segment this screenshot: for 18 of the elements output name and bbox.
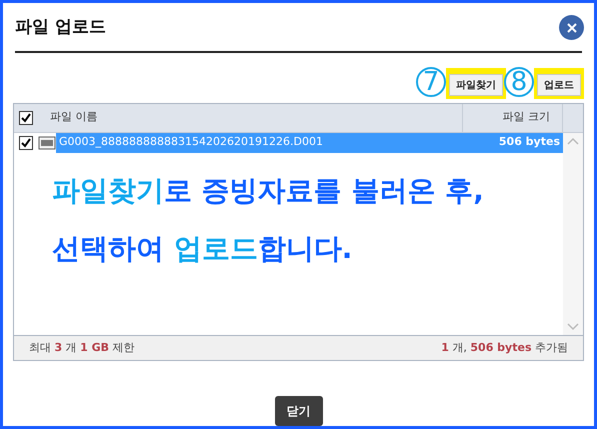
file-size: 506 bytes	[498, 134, 560, 150]
close-icon	[566, 22, 576, 33]
close-button[interactable]	[559, 15, 584, 40]
callout-number: 7	[416, 66, 446, 96]
file-name: G0003_888888888883154202620191226.D001	[59, 134, 323, 150]
checkbox[interactable]	[19, 110, 33, 124]
file-icon	[38, 136, 56, 150]
toolbar-button[interactable]: 파일찾기	[449, 74, 503, 96]
checkbox[interactable]	[19, 136, 33, 150]
close-dialog-button[interactable]: 닫기	[274, 396, 322, 426]
column-header: 파일 이름	[50, 109, 98, 126]
instruction-text: 선택하여 업로드합니다.	[52, 230, 354, 266]
toolbar-button[interactable]: 업로드	[537, 74, 581, 96]
limit-text: 최대 3 개 1 GB 제한	[29, 340, 135, 356]
added-text: 1 개, 506 bytes 추가됨	[441, 340, 568, 356]
dialog-title: 파일 업로드	[15, 16, 106, 39]
instruction-text: 파일찾기로 증빙자료를 불러온 후,	[52, 172, 485, 208]
column-header: 파일 크기	[502, 109, 550, 126]
